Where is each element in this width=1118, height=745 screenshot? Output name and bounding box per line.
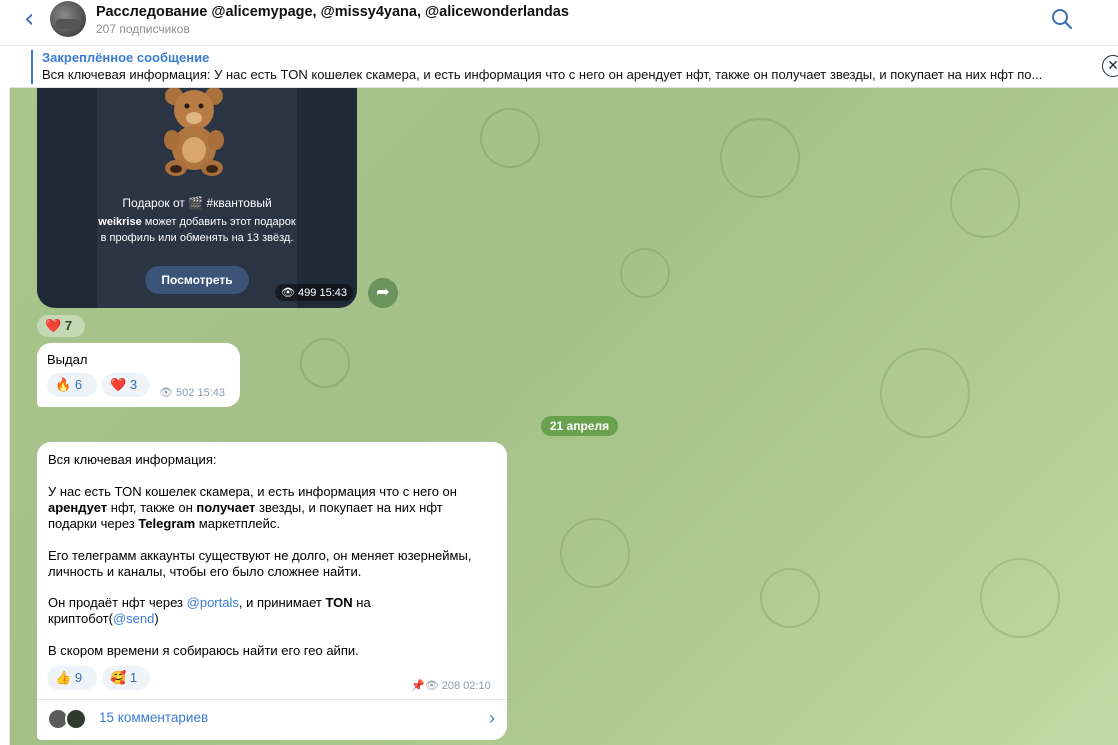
reaction-count: 1 xyxy=(129,670,138,685)
reaction-count: 3 xyxy=(129,377,138,392)
text-span: личность и каналы, чтобы его было сложне… xyxy=(48,564,362,579)
text-span: Его телеграмм аккаунты существуют не дол… xyxy=(48,548,472,563)
background-doodle xyxy=(880,348,970,438)
text-span: ) xyxy=(154,611,159,626)
message-paragraph: Вся ключевая информация: xyxy=(48,452,217,467)
background-doodle xyxy=(560,518,630,588)
divider xyxy=(37,699,507,700)
sidebar-edge xyxy=(0,88,10,745)
date-separator: 21 апреля xyxy=(541,416,618,436)
eye-icon: 👁 xyxy=(281,287,295,299)
text-span: подарки через xyxy=(48,516,139,531)
chevron-right-icon[interactable]: › xyxy=(489,708,495,729)
eye-icon: 👁 xyxy=(159,387,173,399)
chat-header: ‹ Расследование @alicemypage, @missy4yan… xyxy=(0,0,1118,46)
chat-area[interactable]: Подарок от 🎬 #квантовый weikrise может д… xyxy=(0,88,1118,745)
message-paragraph: Его телеграмм аккаунты существуют не дол… xyxy=(48,548,498,580)
text-span: звезды, и покупает на них нфт xyxy=(255,500,443,515)
smiling-face-hearts-icon: 🥰 xyxy=(110,670,127,685)
bold-text: арендует xyxy=(48,500,108,515)
mention-link[interactable]: @send xyxy=(113,611,154,626)
pinned-text: Вся ключевая информация: У нас есть TON … xyxy=(42,67,1043,82)
eye-icon: 👁 xyxy=(424,680,439,692)
message-time: 02:10 xyxy=(463,680,491,692)
background-doodle xyxy=(950,168,1020,238)
bold-text: Telegram xyxy=(138,516,196,531)
gift-sender-text: Подарок от 🎬 #квантовый xyxy=(122,196,272,210)
heart-icon: ❤️ xyxy=(110,377,127,392)
message-meta: 📌👁 208 02:10 xyxy=(411,679,491,692)
pinned-message-bar[interactable]: Закреплённое сообщение Вся ключевая инфо… xyxy=(10,46,1118,88)
text-span: маркетплейс. xyxy=(195,516,281,531)
text-span: У нас есть TON кошелек скамера, и есть и… xyxy=(48,484,457,499)
gift-message[interactable]: Подарок от 🎬 #квантовый weikrise может д… xyxy=(37,88,357,308)
message-text: Выдал xyxy=(47,352,88,367)
heart-icon: ❤️ xyxy=(45,318,62,333)
text-span: криптобот( xyxy=(48,611,113,626)
background-doodle xyxy=(720,118,800,198)
subscriber-count: 207 подписчиков xyxy=(96,22,190,36)
gift-meta: 👁 499 15:43 xyxy=(275,284,353,301)
pinned-accent-bar xyxy=(31,50,33,84)
reaction-count: 9 xyxy=(74,670,83,685)
reaction-chip[interactable]: 🥰 1 xyxy=(102,666,150,690)
views-count: 208 xyxy=(441,680,461,692)
background-doodle xyxy=(480,108,540,168)
text-span: , и принимает xyxy=(238,595,326,610)
bold-text: получает xyxy=(196,500,256,515)
gift-username[interactable]: weikrise xyxy=(98,216,141,228)
reaction-chip[interactable]: 🔥 6 xyxy=(47,373,97,397)
commenter-avatar xyxy=(65,708,87,730)
message-meta: 👁 502 15:43 xyxy=(159,386,225,399)
comments-link[interactable]: 15 комментариев xyxy=(99,710,208,725)
message-paragraph: У нас есть TON кошелек скамера, и есть и… xyxy=(48,484,498,532)
bold-text: TON xyxy=(325,595,353,610)
message-bubble[interactable]: Вся ключевая информация: У нас есть TON … xyxy=(37,442,507,740)
thumbs-up-icon: 👍 xyxy=(55,670,72,685)
message-bubble[interactable]: Выдал 🔥 6 ❤️ 3 👁 502 15:43 xyxy=(37,343,240,407)
text-span: на xyxy=(352,595,371,610)
teddy-bear-icon xyxy=(164,88,224,176)
reaction-count: 6 xyxy=(74,377,83,392)
close-icon[interactable]: ✕ xyxy=(1102,55,1118,77)
background-doodle xyxy=(620,248,670,298)
avatar[interactable] xyxy=(50,1,86,37)
reaction-count: 7 xyxy=(64,318,73,333)
message-paragraph: В скором времени я собираюсь найти его г… xyxy=(48,643,359,658)
view-gift-button[interactable]: Посмотреть xyxy=(145,266,249,294)
text-span: Он продаёт нфт через xyxy=(48,595,187,610)
reaction-chip[interactable]: ❤️ 3 xyxy=(102,373,150,397)
search-icon[interactable] xyxy=(1050,7,1074,31)
text-span: нфт, также он xyxy=(107,500,197,515)
pin-icon: 📌 xyxy=(411,680,425,692)
message-paragraph: Он продаёт нфт через @portals, и принима… xyxy=(48,595,498,627)
views-count: 502 xyxy=(176,387,195,399)
background-doodle xyxy=(980,558,1060,638)
share-icon[interactable]: ➦ xyxy=(368,278,398,308)
gift-description: weikrise может добавить этот подарок в п… xyxy=(97,214,297,246)
chevron-left-icon[interactable]: ‹ xyxy=(24,6,46,32)
pinned-title: Закреплённое сообщение xyxy=(42,50,210,65)
message-time: 15:43 xyxy=(319,287,347,299)
chat-title[interactable]: Расследование @alicemypage, @missy4yana,… xyxy=(96,4,569,20)
background-doodle xyxy=(760,568,820,628)
views-count: 499 xyxy=(298,287,317,299)
reaction-chip[interactable]: ❤️ 7 xyxy=(37,315,85,337)
mention-link[interactable]: @portals xyxy=(187,595,239,610)
reaction-chip[interactable]: 👍 9 xyxy=(47,666,97,690)
message-time: 15:43 xyxy=(197,387,225,399)
fire-icon: 🔥 xyxy=(55,377,72,392)
background-doodle xyxy=(300,338,350,388)
